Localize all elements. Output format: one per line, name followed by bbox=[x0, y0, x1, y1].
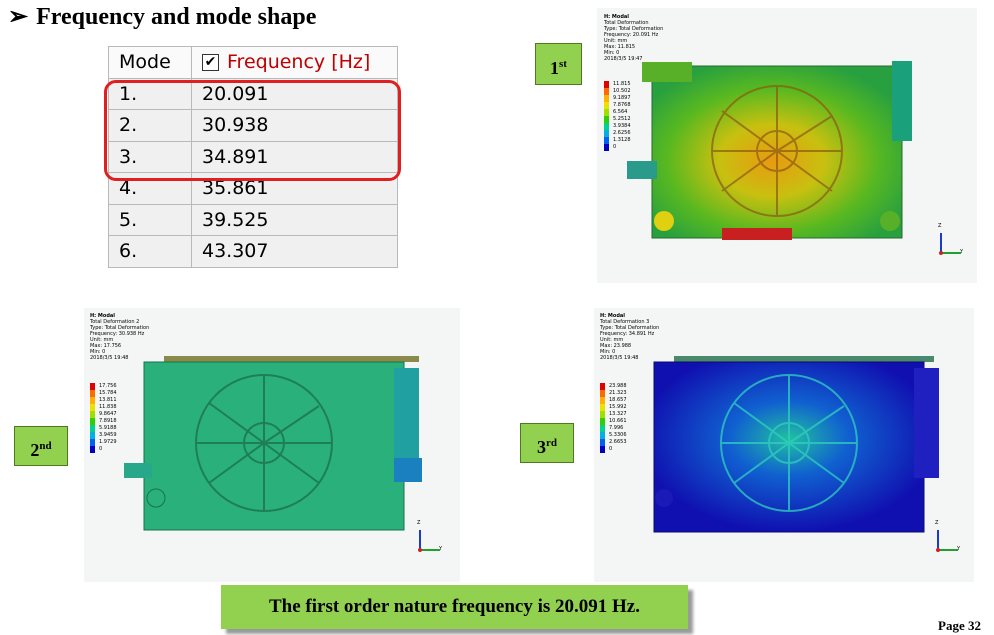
scale-swatch bbox=[600, 397, 605, 404]
scale-swatch bbox=[604, 116, 609, 123]
axis-z-label: Z bbox=[938, 223, 942, 229]
scale-swatch bbox=[90, 404, 95, 411]
mode-cell: 6. bbox=[108, 235, 192, 268]
scale-swatch bbox=[90, 446, 95, 453]
mode-1-panel: H: Modal Total Deformation Type: Total D… bbox=[597, 8, 977, 283]
scale-label: 9.8647 bbox=[99, 411, 117, 417]
scale-label: 15.784 bbox=[99, 390, 117, 396]
axis-y-label: Y bbox=[957, 546, 961, 552]
frequency-header-label: Frequency [Hz] bbox=[227, 51, 371, 74]
mode-1-axis-triad: Z Y bbox=[935, 223, 965, 258]
mode-column-header: Mode bbox=[108, 46, 192, 79]
axis-y-label: Y bbox=[960, 249, 964, 255]
mode-cell: 5. bbox=[108, 203, 192, 236]
scale-swatch bbox=[604, 123, 609, 130]
scale-swatch bbox=[600, 425, 605, 432]
mode-3-axis-triad: Z Y bbox=[932, 520, 962, 555]
scale-swatch bbox=[604, 137, 609, 144]
scale-label: 17.756 bbox=[99, 383, 117, 389]
scale-swatch bbox=[604, 95, 609, 102]
scale-label: 3.9459 bbox=[99, 432, 117, 438]
scale-swatch bbox=[600, 432, 605, 439]
scale-label: 7.8918 bbox=[99, 418, 117, 424]
badge-number: 3 bbox=[537, 437, 546, 457]
table-row[interactable]: 6. 43.307 bbox=[108, 235, 398, 268]
scale-label: 0 bbox=[609, 446, 613, 452]
frequency-column-header: ✔ Frequency [Hz] bbox=[191, 46, 398, 79]
scale-label: 5.3306 bbox=[609, 432, 627, 438]
scale-label: 21.323 bbox=[609, 390, 627, 396]
badge-suffix: nd bbox=[39, 440, 52, 452]
badge-suffix: rd bbox=[546, 437, 557, 449]
scale-label: 0 bbox=[613, 144, 617, 150]
scale-swatch bbox=[604, 88, 609, 95]
mode-3-panel: H: Modal Total Deformation 3 Type: Total… bbox=[594, 308, 974, 582]
scale-swatch bbox=[600, 390, 605, 397]
axis-y-label: Y bbox=[439, 546, 443, 552]
badge-suffix: st bbox=[559, 58, 567, 70]
axis-z-label: Z bbox=[935, 520, 939, 526]
highlight-rounded-rect bbox=[104, 80, 401, 181]
scale-swatch bbox=[90, 383, 95, 390]
table-row[interactable]: 5. 39.525 bbox=[108, 203, 398, 236]
checkbox-icon[interactable]: ✔ bbox=[202, 54, 219, 72]
mode-1-badge: 1st bbox=[535, 43, 582, 85]
mode-3-badge: 3rd bbox=[520, 423, 574, 463]
scale-label: 18.657 bbox=[609, 397, 627, 403]
scale-swatch bbox=[600, 446, 605, 453]
scale-swatch bbox=[90, 439, 95, 446]
scale-swatch bbox=[600, 418, 605, 425]
scale-swatch bbox=[90, 411, 95, 418]
conclusion-box: The first order nature frequency is 20.0… bbox=[221, 585, 688, 629]
scale-swatch bbox=[600, 404, 605, 411]
mode-3-deformation-plot bbox=[653, 356, 939, 533]
scale-swatch bbox=[90, 397, 95, 404]
scale-swatch bbox=[600, 439, 605, 446]
scale-label: 13.327 bbox=[609, 411, 627, 417]
scale-swatch bbox=[90, 432, 95, 439]
axis-z-label: Z bbox=[417, 520, 421, 526]
mode-2-deformation-plot bbox=[124, 356, 422, 531]
mode-1-legend-header: H: Modal Total Deformation Type: Total D… bbox=[604, 14, 663, 62]
scale-label: 2.6653 bbox=[609, 439, 627, 445]
mode-2-badge: 2nd bbox=[14, 426, 68, 466]
page-number: Page 32 bbox=[938, 618, 981, 633]
frequency-cell: 39.525 bbox=[191, 203, 398, 236]
slide-title-text: Frequency and mode shape bbox=[36, 4, 317, 30]
slide-title: ➢ Frequency and mode shape bbox=[8, 2, 316, 31]
frequency-cell: 43.307 bbox=[191, 235, 398, 268]
badge-number: 1 bbox=[550, 58, 560, 78]
scale-swatch bbox=[604, 130, 609, 137]
scale-label: 10.661 bbox=[609, 418, 627, 424]
scale-swatch bbox=[604, 144, 609, 151]
scale-swatch bbox=[600, 411, 605, 418]
scale-swatch bbox=[604, 109, 609, 116]
scale-swatch bbox=[90, 425, 95, 432]
scale-label: 23.988 bbox=[609, 383, 627, 389]
scale-label: 0 bbox=[99, 446, 103, 452]
scale-swatch bbox=[90, 418, 95, 425]
scale-swatch bbox=[90, 390, 95, 397]
scale-swatch bbox=[604, 102, 609, 109]
scale-swatch bbox=[600, 383, 605, 390]
scale-label: 11.838 bbox=[99, 404, 117, 410]
scale-label: 13.811 bbox=[99, 397, 117, 403]
scale-label: 1.9729 bbox=[99, 439, 117, 445]
scale-swatch bbox=[604, 81, 609, 88]
scale-label: 7.996 bbox=[609, 425, 624, 431]
scale-label: 15.992 bbox=[609, 404, 627, 410]
table-header-row: Mode ✔ Frequency [Hz] bbox=[108, 46, 398, 79]
bullet-arrow-icon: ➢ bbox=[8, 4, 29, 30]
mode-2-axis-triad: Z Y bbox=[414, 520, 444, 555]
mode-2-panel: H: Modal Total Deformation 2 Type: Total… bbox=[84, 308, 460, 582]
mode-1-deformation-plot bbox=[627, 61, 912, 240]
scale-label: 5.9188 bbox=[99, 425, 117, 431]
